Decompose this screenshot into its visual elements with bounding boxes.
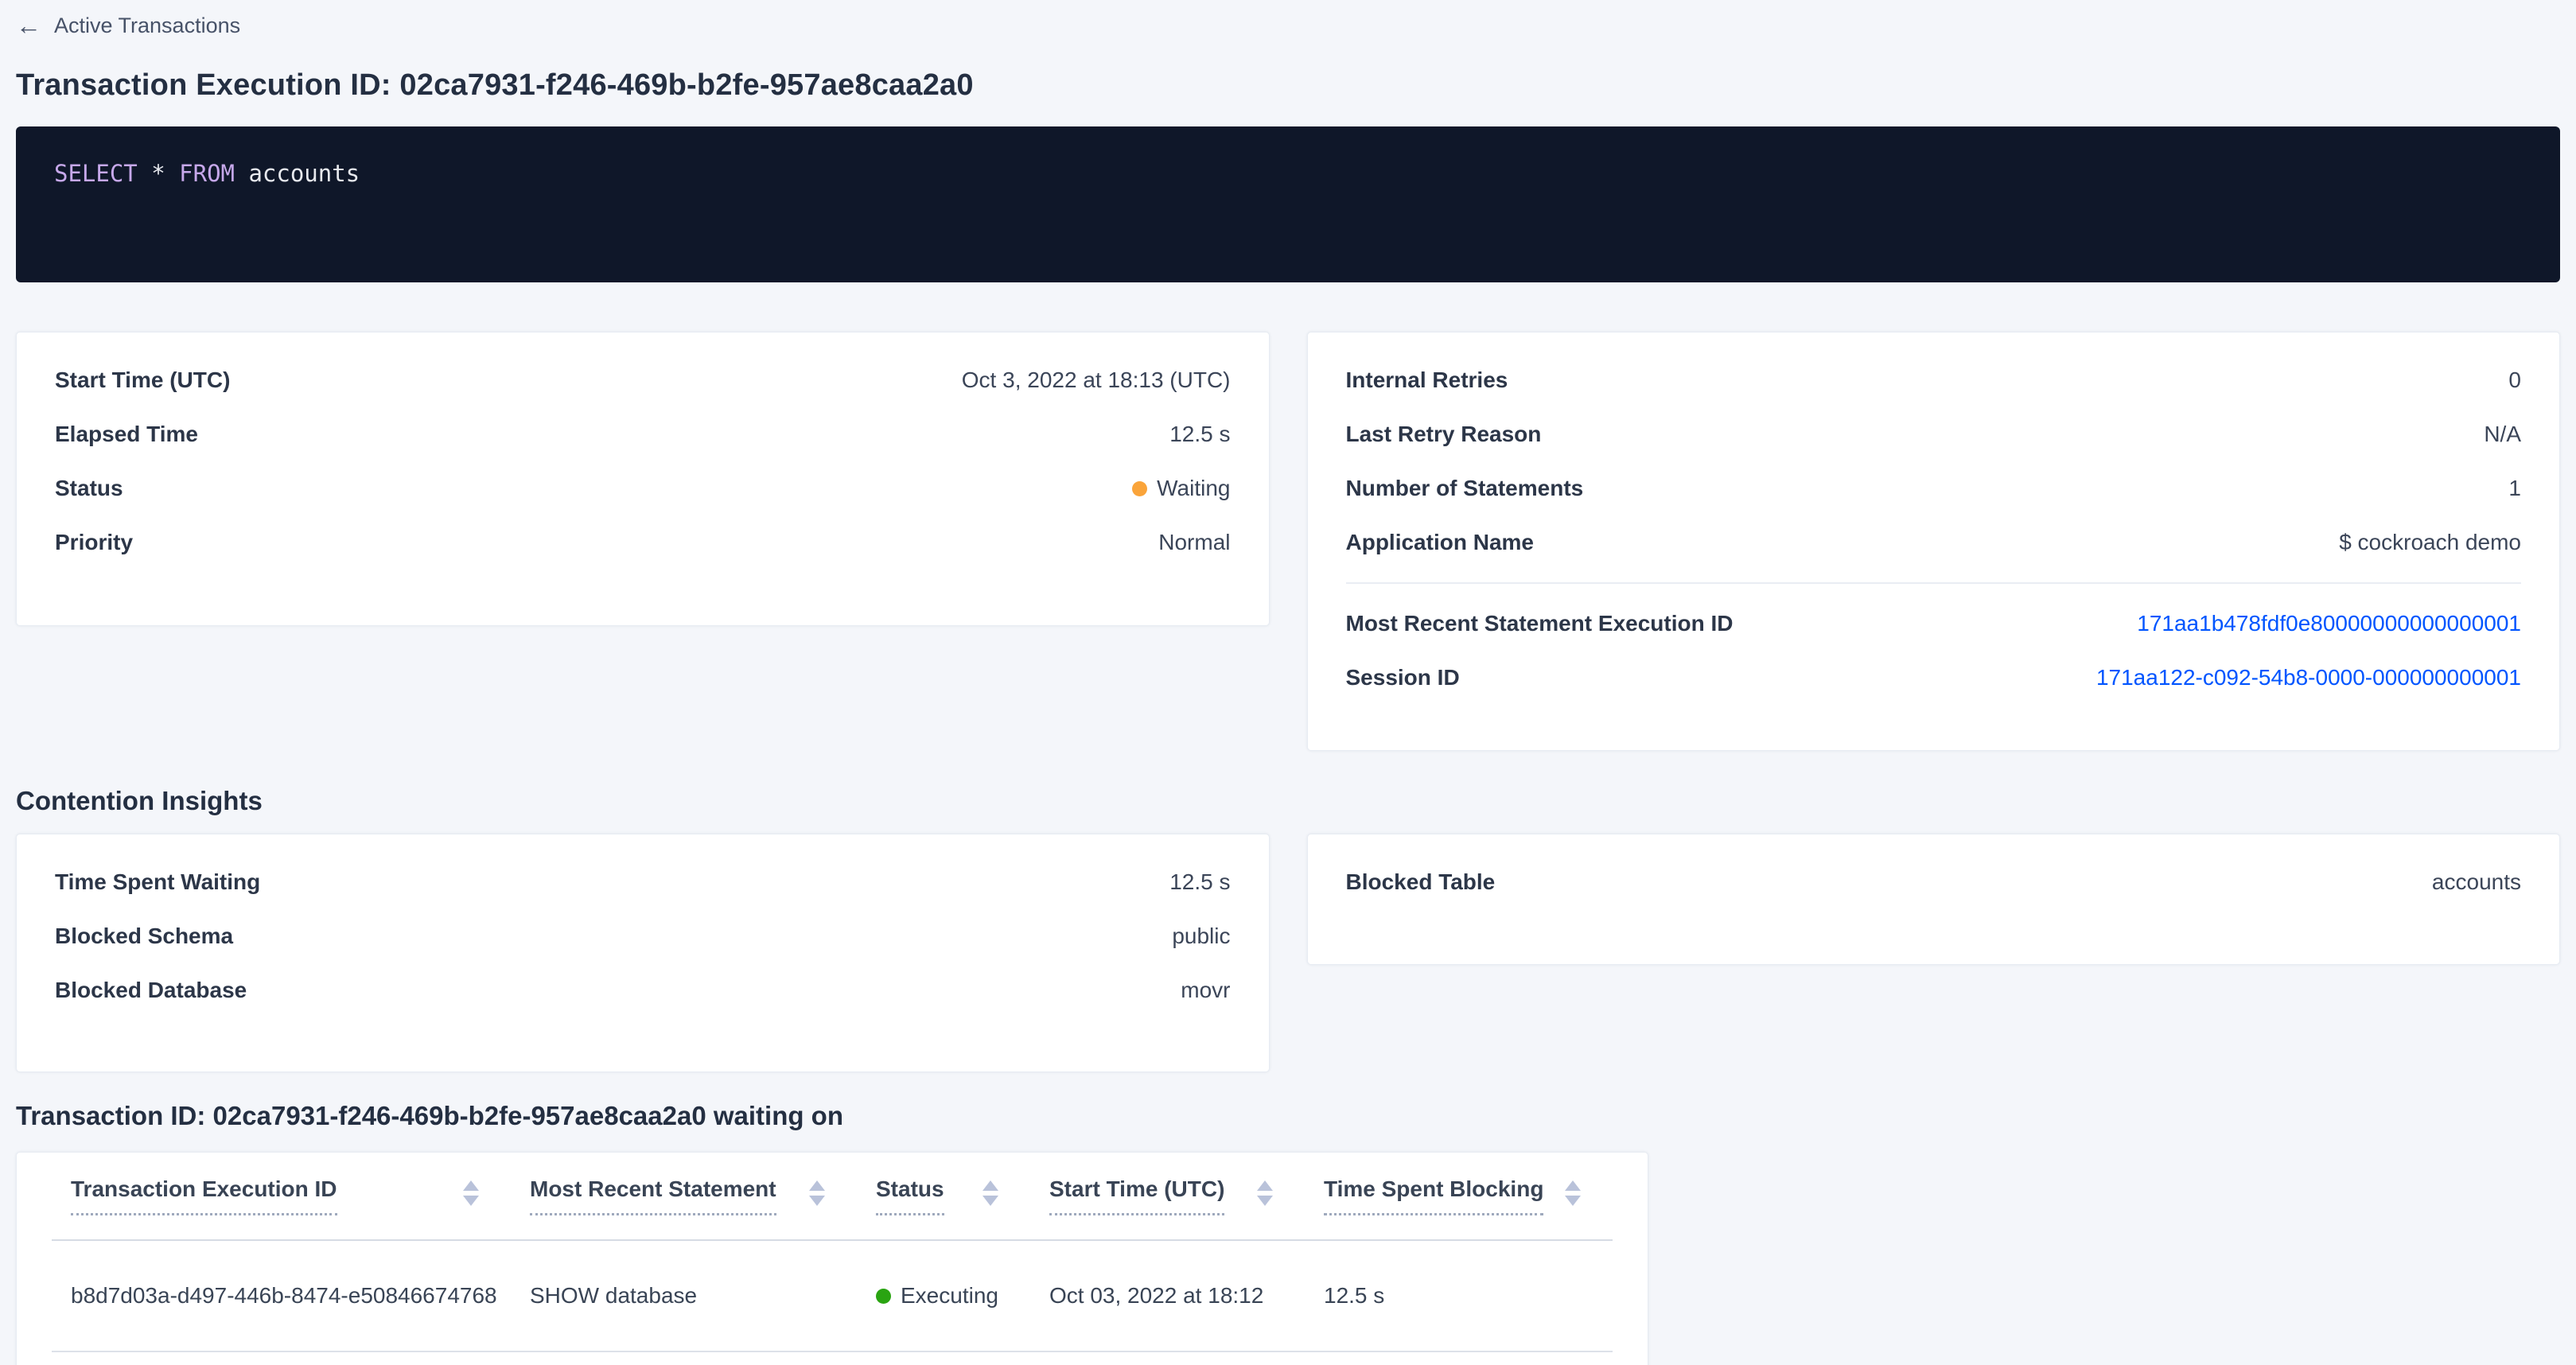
overview-cards-row: Start Time (UTC) Oct 3, 2022 at 18:13 (U… (16, 332, 2560, 751)
column-header-label: Time Spent Blocking (1324, 1176, 1543, 1215)
elapsed-time-row: Elapsed Time 12.5 s (55, 407, 1231, 461)
blocked-table-label: Blocked Table (1346, 869, 1496, 895)
overview-card-right: Internal Retries 0 Last Retry Reason N/A… (1307, 332, 2561, 751)
table-row: b8d7d03a-d497-446b-8474-e50846674768 SHO… (52, 1240, 1613, 1351)
column-header-label: Start Time (UTC) (1049, 1176, 1224, 1215)
status-waiting-dot-icon (1132, 481, 1147, 496)
statement-count-label: Number of Statements (1346, 476, 1584, 501)
sql-star: * (138, 160, 179, 187)
blocked-database-label: Blocked Database (55, 978, 247, 1003)
sql-statement-text: SELECT * FROM accounts (54, 160, 2522, 187)
contention-insights-heading: Contention Insights (16, 786, 2560, 816)
waiting-on-table-card: Transaction Execution ID Most Recent Sta… (16, 1152, 1648, 1365)
priority-label: Priority (55, 530, 133, 555)
application-name-label: Application Name (1346, 530, 1534, 555)
column-header-label: Most Recent Statement (530, 1176, 776, 1215)
back-link[interactable]: ← Active Transactions (16, 0, 240, 38)
cell-most-recent-statement: SHOW database (511, 1240, 857, 1351)
internal-retries-value: 0 (2508, 368, 2521, 393)
last-retry-reason-row: Last Retry Reason N/A (1346, 407, 2522, 461)
status-value-text: Waiting (1157, 476, 1230, 501)
back-link-label: Active Transactions (54, 14, 240, 38)
column-header-time-spent-blocking[interactable]: Time Spent Blocking (1305, 1153, 1613, 1240)
cell-status-text: Executing (901, 1283, 998, 1309)
waiting-on-table-header-row: Transaction Execution ID Most Recent Sta… (52, 1153, 1613, 1240)
status-label: Status (55, 476, 123, 501)
cell-time-spent-blocking: 12.5 s (1305, 1240, 1613, 1351)
blocked-database-row: Blocked Database movr (55, 963, 1231, 1017)
statement-execution-id-label: Most Recent Statement Execution ID (1346, 611, 1734, 636)
back-arrow-icon: ← (16, 13, 41, 38)
blocked-schema-label: Blocked Schema (55, 924, 233, 949)
priority-value: Normal (1158, 530, 1230, 555)
priority-row: Priority Normal (55, 515, 1231, 570)
transaction-details-page: ← Active Transactions Transaction Execut… (0, 0, 2576, 1365)
last-retry-reason-value: N/A (2484, 422, 2521, 447)
blocked-schema-value: public (1172, 924, 1230, 949)
waiting-on-heading: Transaction ID: 02ca7931-f246-469b-b2fe-… (16, 1101, 2560, 1131)
statement-execution-id-row: Most Recent Statement Execution ID 171aa… (1346, 597, 2522, 651)
internal-retries-row: Internal Retries 0 (1346, 353, 2522, 407)
column-header-transaction-execution-id[interactable]: Transaction Execution ID (52, 1153, 511, 1240)
time-spent-waiting-row: Time Spent Waiting 12.5 s (55, 855, 1231, 909)
sort-icon (1257, 1180, 1273, 1206)
contention-cards-row: Time Spent Waiting 12.5 s Blocked Schema… (16, 834, 2560, 1072)
start-time-value: Oct 3, 2022 at 18:13 (UTC) (962, 368, 1231, 393)
statement-count-value: 1 (2508, 476, 2521, 501)
time-spent-waiting-value: 12.5 s (1169, 869, 1230, 895)
sql-keyword-select: SELECT (54, 160, 138, 187)
application-name-row: Application Name $ cockroach demo (1346, 515, 2522, 570)
elapsed-time-label: Elapsed Time (55, 422, 198, 447)
statement-count-row: Number of Statements 1 (1346, 461, 2522, 515)
last-retry-reason-label: Last Retry Reason (1346, 422, 1542, 447)
statement-execution-id-link[interactable]: 171aa1b478fdf0e80000000000000001 (2137, 611, 2521, 636)
sql-keyword-from: FROM (179, 160, 235, 187)
column-header-label: Transaction Execution ID (71, 1176, 337, 1215)
sql-statement-box: SELECT * FROM accounts (16, 126, 2560, 282)
start-time-row: Start Time (UTC) Oct 3, 2022 at 18:13 (U… (55, 353, 1231, 407)
column-header-status[interactable]: Status (857, 1153, 1030, 1240)
status-executing-dot-icon (876, 1289, 891, 1304)
waiting-on-table: Transaction Execution ID Most Recent Sta… (52, 1153, 1613, 1352)
contention-card-left: Time Spent Waiting 12.5 s Blocked Schema… (16, 834, 1270, 1072)
status-value: Waiting (1132, 476, 1230, 501)
session-id-row: Session ID 171aa122-c092-54b8-0000-00000… (1346, 651, 2522, 705)
time-spent-waiting-label: Time Spent Waiting (55, 869, 260, 895)
sql-table-name: accounts (235, 160, 360, 187)
column-header-label: Status (876, 1176, 944, 1215)
blocked-database-value: movr (1181, 978, 1230, 1003)
blocked-schema-row: Blocked Schema public (55, 909, 1231, 963)
contention-card-right: Blocked Table accounts (1307, 834, 2561, 965)
cell-start-time: Oct 03, 2022 at 18:12 (1030, 1240, 1305, 1351)
start-time-label: Start Time (UTC) (55, 368, 230, 393)
sort-icon (463, 1180, 479, 1206)
cell-status: Executing (857, 1240, 1030, 1351)
session-id-link[interactable]: 171aa122-c092-54b8-0000-000000000001 (2096, 665, 2521, 690)
internal-retries-label: Internal Retries (1346, 368, 1508, 393)
sort-icon (983, 1180, 998, 1206)
blocked-table-value: accounts (2432, 869, 2521, 895)
card-divider (1346, 582, 2522, 584)
overview-card-left: Start Time (UTC) Oct 3, 2022 at 18:13 (U… (16, 332, 1270, 626)
column-header-most-recent-statement[interactable]: Most Recent Statement (511, 1153, 857, 1240)
sort-icon (809, 1180, 825, 1206)
cell-transaction-execution-id: b8d7d03a-d497-446b-8474-e50846674768 (52, 1240, 511, 1351)
sort-icon (1565, 1180, 1581, 1206)
session-id-label: Session ID (1346, 665, 1460, 690)
blocked-table-row: Blocked Table accounts (1346, 855, 2522, 909)
application-name-value: $ cockroach demo (2339, 530, 2521, 555)
page-title: Transaction Execution ID: 02ca7931-f246-… (16, 68, 2560, 103)
column-header-start-time[interactable]: Start Time (UTC) (1030, 1153, 1305, 1240)
status-row: Status Waiting (55, 461, 1231, 515)
elapsed-time-value: 12.5 s (1169, 422, 1230, 447)
